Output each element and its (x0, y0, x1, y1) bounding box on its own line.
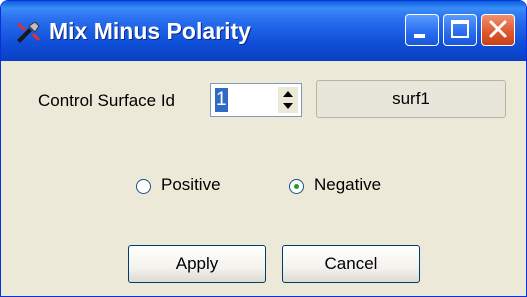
window-title: Mix Minus Polarity (49, 18, 251, 44)
positive-radio[interactable] (136, 179, 151, 194)
radio-selected-dot (294, 184, 299, 189)
maximize-icon (451, 20, 469, 38)
cancel-button[interactable]: Cancel (282, 245, 420, 283)
chevron-up-icon (283, 91, 293, 97)
control-surface-id-spinner[interactable]: 1 (210, 83, 302, 117)
minimize-button[interactable] (405, 14, 439, 46)
microphone-icon (17, 21, 41, 43)
title-bar[interactable]: Mix Minus Polarity (1, 1, 526, 61)
cancel-button-label: Cancel (324, 254, 378, 273)
control-surface-id-label: Control Surface Id (38, 91, 176, 110)
spin-up-button[interactable] (278, 87, 298, 100)
apply-button-label: Apply (175, 254, 219, 273)
close-icon (489, 20, 507, 38)
close-button[interactable] (481, 14, 515, 46)
negative-radio-label[interactable]: Negative (314, 175, 381, 195)
minimize-icon (414, 34, 425, 38)
chevron-down-icon (283, 103, 293, 109)
dialog-body: Control Surface Id 1 surf1 Positive Nega… (6, 61, 521, 296)
control-surface-id-value[interactable]: 1 (215, 88, 228, 112)
surface-button[interactable]: surf1 (316, 80, 506, 118)
positive-radio-label[interactable]: Positive (161, 175, 221, 195)
spin-down-button[interactable] (278, 100, 298, 113)
spinner-arrows (278, 87, 298, 113)
apply-button[interactable]: Apply (128, 245, 266, 283)
maximize-button[interactable] (443, 14, 477, 46)
surface-button-label: surf1 (392, 89, 430, 108)
dialog-window: Mix Minus Polarity Control Surface Id 1 (0, 0, 527, 297)
negative-radio[interactable] (289, 179, 304, 194)
